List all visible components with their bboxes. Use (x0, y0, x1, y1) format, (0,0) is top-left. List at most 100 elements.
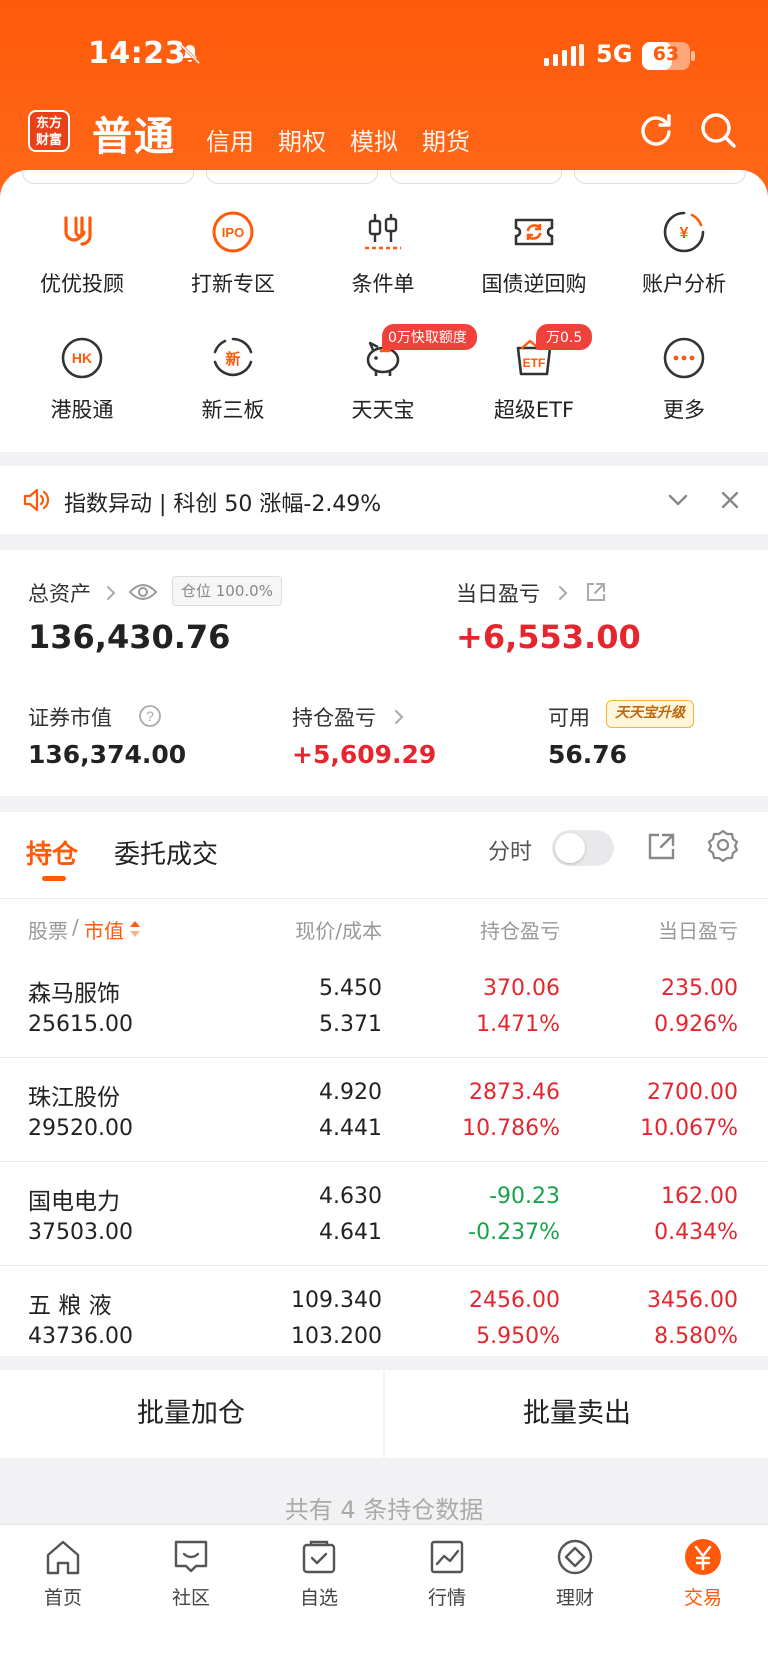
quick-label: 国债逆回购 (481, 272, 587, 296)
index-alert-banner[interactable]: 指数异动 | 科创 50 涨幅-2.49% (0, 466, 768, 534)
tab-holdings[interactable]: 持仓 (26, 834, 78, 871)
stock-daily-pnl: 2700.00 (647, 1080, 738, 1105)
refresh-icon[interactable] (636, 110, 676, 150)
account-tab-simulation[interactable]: 模拟 (350, 122, 398, 157)
stock-holding-pnl: 2456.00 (469, 1288, 560, 1313)
network-type: 5G (596, 40, 633, 68)
daily-pnl-label[interactable]: 当日盈亏 (456, 578, 540, 608)
nav-market[interactable]: 行情 (397, 1537, 497, 1610)
stock-holding-pnl: 370.06 (483, 976, 560, 1001)
quick-hk-connect[interactable]: HK 港股通 (12, 336, 152, 424)
quick-ipo-zone[interactable]: IPO 打新专区 (163, 210, 303, 298)
total-assets-label[interactable]: 总资产 (28, 578, 91, 608)
quick-more[interactable]: 更多 (614, 336, 754, 424)
holding-pnl-value: +5,609.29 (292, 740, 437, 769)
new-third-board-icon: 新 (213, 337, 253, 377)
quick-label: 天天宝 (351, 398, 415, 422)
quick-label: 账户分析 (642, 272, 726, 296)
stock-market-value: 25615.00 (28, 1012, 133, 1037)
col-sep: / (72, 915, 79, 939)
battery-level: 63 (652, 43, 680, 65)
table-row[interactable]: 国电电力 37503.00 4.630 4.641 -90.23 -0.237% 162.0… (0, 1162, 768, 1266)
table-row[interactable]: 森马服饰 25615.00 5.450 5.371 370.06 1.471% 235.00… (0, 954, 768, 1058)
close-icon[interactable] (716, 486, 744, 514)
nav-watchlist[interactable]: 自选 (269, 1537, 369, 1610)
hk-connect-icon: HK (61, 337, 103, 379)
holdings-column-header: 股票 / 市值 现价/成本 持仓盈亏 当日盈亏 (0, 898, 768, 954)
holding-pnl-label[interactable]: 持仓盈亏 (292, 702, 376, 732)
col-holding-pnl: 持仓盈亏 (480, 919, 560, 943)
help-icon[interactable]: ? (138, 704, 162, 728)
export-icon[interactable] (646, 830, 678, 862)
market-value: 136,374.00 (28, 740, 187, 769)
table-row[interactable]: 珠江股份 29520.00 4.920 4.441 2873.46 10.786% 2700… (0, 1058, 768, 1162)
super-etf-badge: 万0.5 (536, 324, 593, 350)
stock-market-value: 37503.00 (28, 1220, 133, 1245)
search-icon[interactable] (698, 110, 738, 150)
status-bar: 14:23 5G 63 (0, 0, 768, 100)
stock-daily-pct: 0.434% (654, 1220, 738, 1245)
chevron-right-icon[interactable] (392, 708, 406, 726)
quick-new-third-board[interactable]: 新 新三板 (163, 336, 303, 424)
stock-cost: 4.441 (319, 1116, 382, 1141)
account-tab-futures[interactable]: 期货 (422, 122, 470, 157)
stock-cost: 103.200 (291, 1324, 382, 1349)
account-tab-options[interactable]: 期权 (278, 122, 326, 157)
tiantianbao-badge: 0万快取额度 (382, 324, 477, 350)
chevron-right-icon[interactable] (104, 584, 118, 602)
nav-trade[interactable]: 交易 (653, 1537, 753, 1610)
stock-price: 4.920 (319, 1080, 382, 1105)
nav-wealth[interactable]: 理财 (525, 1537, 625, 1610)
batch-sell-button[interactable]: 批量卖出 (386, 1370, 768, 1458)
svg-text:新: 新 (225, 350, 240, 368)
nav-home[interactable]: 首页 (13, 1537, 113, 1610)
available-label: 可用 (548, 706, 590, 730)
chevron-down-icon[interactable] (664, 486, 692, 514)
watchlist-icon (302, 1540, 336, 1574)
app-logo: 东方 财富 (28, 110, 70, 152)
quick-youyou-advisor[interactable]: 优优投顾 (12, 210, 152, 298)
quick-label: 新三板 (201, 398, 265, 422)
account-tab-normal[interactable]: 普通 (92, 104, 176, 162)
stock-daily-pnl: 3456.00 (647, 1288, 738, 1313)
market-icon (430, 1540, 464, 1574)
scrolled-menu-remnant (22, 170, 746, 186)
stock-name: 五 粮 液 (28, 1293, 112, 1319)
quick-label: 更多 (663, 398, 705, 422)
tiantianbao-upgrade-badge[interactable]: 天天宝升级 (606, 700, 694, 728)
available-value: 56.76 (548, 740, 628, 769)
batch-actions: 批量加仓 批量卖出 (0, 1370, 768, 1458)
candlestick-icon (365, 214, 401, 250)
nav-community[interactable]: 社区 (141, 1537, 241, 1610)
col-daily-pnl: 当日盈亏 (658, 919, 738, 943)
bottom-navigation: 首页 社区 自选 行情 理财 交易 (0, 1524, 768, 1669)
quick-account-analysis[interactable]: ¥ 账户分析 (614, 210, 754, 298)
intraday-toggle[interactable] (552, 830, 614, 866)
stock-daily-pnl: 162.00 (661, 1184, 738, 1209)
holdings-count-summary: 共有 4 条持仓数据 (284, 1496, 484, 1524)
wealth-icon (557, 1539, 593, 1575)
speaker-icon (23, 488, 50, 512)
stock-name: 森马服饰 (28, 981, 120, 1007)
account-tabs: 信用 期权 模拟 期货 (206, 122, 470, 157)
batch-add-button[interactable]: 批量加仓 (0, 1370, 382, 1458)
gear-icon[interactable] (706, 828, 740, 862)
stock-price: 109.340 (291, 1288, 382, 1313)
trade-icon (685, 1539, 721, 1575)
quick-bond-repo[interactable]: 国债逆回购 (464, 210, 604, 298)
table-row[interactable]: 五 粮 液 43736.00 109.340 103.200 2456.00 5.950%… (0, 1266, 768, 1370)
sort-icon[interactable] (128, 919, 142, 939)
eye-icon[interactable] (128, 580, 158, 604)
ipo-icon: IPO (212, 211, 254, 253)
quick-conditional-order[interactable]: 条件单 (313, 210, 453, 298)
col-market-value-sort[interactable]: 市值 (84, 915, 124, 944)
chevron-right-icon[interactable] (556, 584, 570, 602)
account-tab-credit[interactable]: 信用 (206, 122, 254, 157)
more-icon (663, 337, 705, 379)
svg-text:HK: HK (72, 350, 92, 366)
community-icon (174, 1540, 208, 1573)
stock-daily-pnl: 235.00 (661, 976, 738, 1001)
stock-name: 珠江股份 (28, 1085, 120, 1111)
share-icon[interactable] (584, 580, 608, 604)
tab-orders[interactable]: 委托成交 (114, 834, 218, 871)
